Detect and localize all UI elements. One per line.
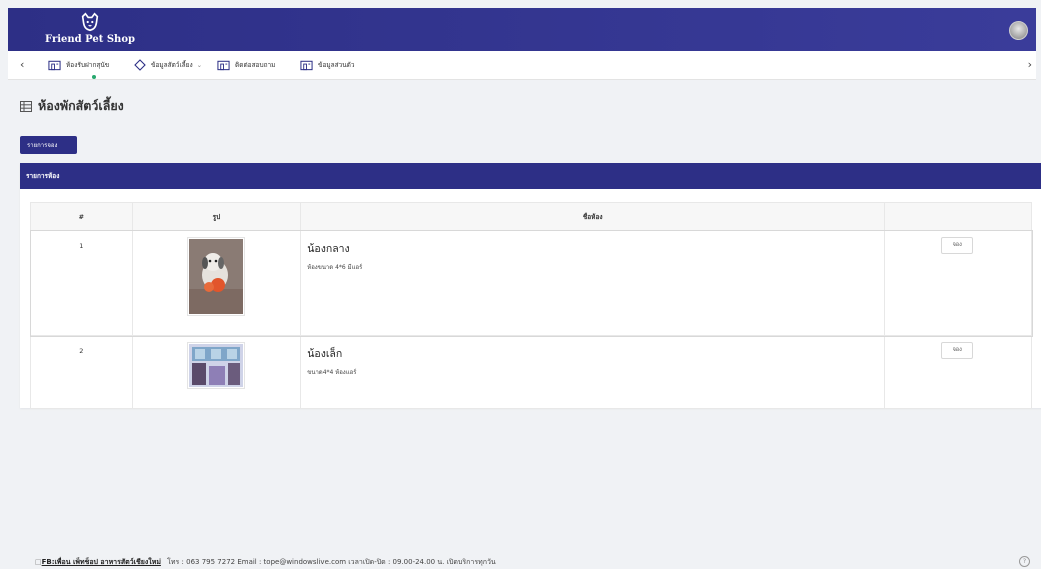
column-header-room-name: ชื่อห้อง (300, 202, 886, 231)
table-icon (20, 100, 32, 112)
reserve-button[interactable]: จอง (941, 237, 974, 254)
nav-item-label: ข้อมูลส่วนตัว (318, 61, 355, 69)
rooms-card-header: รายการห้อง (20, 163, 1041, 189)
rooms-table: # รูป ชื่อห้อง 1 น้องกลาง ห้องขนาด 4*6 ม… (29, 202, 1033, 409)
room-name-cell: น้องกลาง ห้องขนาด 4*6 มีแอร์ (300, 230, 886, 336)
room-description: ขนาด4*4 ห้องแอร์ (307, 369, 357, 376)
building-icon (48, 60, 61, 71)
top-header: Friend Pet Shop (8, 8, 1036, 51)
rooms-card: รายการห้อง # รูป ชื่อห้อง 1 น้องกลาง ห้อ… (20, 163, 1041, 409)
nav-item-dog-rooms[interactable]: ห้องรับฝากสุนัข (48, 56, 109, 74)
room-image-cell (131, 230, 302, 336)
diamond-icon (134, 59, 146, 71)
column-header-image: รูป (131, 202, 302, 231)
chevron-right-icon[interactable]: › (1028, 58, 1032, 71)
table-header-row: # รูป ชื่อห้อง (30, 202, 1032, 231)
nav-item-contact[interactable]: ติดต่อสอบถาม (217, 56, 275, 74)
room-name: น้องเล็ก (307, 348, 343, 360)
room-action-cell: จอง (884, 335, 1032, 409)
page-title-text: ห้องพักสัตว์เลี้ยง (38, 98, 124, 113)
row-index: 1 (30, 230, 133, 336)
table-row: 1 น้องกลาง ห้องขนาด 4*6 มีแอร์ จอง (29, 229, 1033, 337)
table-row: 2 น้องเล็ก ขนาด4*4 ห้องแอร์ จอง (30, 335, 1032, 409)
room-photo-small-room[interactable] (187, 342, 246, 389)
footer: □FB:เพื่อน เพ็ทช็อป อาหารสัตว์เชียงใหม่ … (35, 557, 496, 568)
nav-item-label: ติดต่อสอบถาม (235, 61, 276, 69)
facebook-icon: □ (35, 558, 42, 566)
room-description: ห้องขนาด 4*6 มีแอร์ (307, 264, 363, 271)
active-indicator (92, 75, 96, 79)
dog-face-icon (81, 12, 99, 32)
main-nav: ‹ ห้องรับฝากสุนัข ข้อมูลสัตว์เลี้ยง ⌄ ติ… (8, 51, 1036, 80)
page-title: ห้องพักสัตว์เลี้ยง (20, 98, 124, 114)
brand-logo[interactable]: Friend Pet Shop (45, 11, 135, 49)
reserve-button[interactable]: จอง (941, 342, 974, 359)
contact-info: โทร : 063 795 7272 Email : tope@windowsl… (167, 558, 496, 566)
column-header-action (884, 202, 1032, 231)
facebook-link[interactable]: FB:เพื่อน เพ็ทช็อป อาหารสัตว์เชียงใหม่ (42, 558, 161, 566)
column-header-index: # (30, 202, 133, 231)
room-action-cell: จอง (884, 230, 1032, 336)
room-image-cell (131, 335, 302, 409)
nav-item-profile[interactable]: ข้อมูลส่วนตัว (300, 56, 355, 74)
booking-list-button[interactable]: รายการจอง (20, 136, 77, 154)
building-icon (217, 60, 230, 71)
nav-item-label: ห้องรับฝากสุนัข (66, 61, 110, 69)
chevron-down-icon: ⌄ (196, 61, 203, 69)
room-name: น้องกลาง (307, 243, 350, 255)
help-circle-icon[interactable]: ? (1019, 556, 1030, 567)
room-photo-dog[interactable] (187, 237, 246, 316)
user-avatar-icon[interactable] (1009, 21, 1028, 40)
nav-item-pet-info[interactable]: ข้อมูลสัตว์เลี้ยง ⌄ (134, 56, 202, 74)
brand-name: Friend Pet Shop (45, 34, 135, 45)
row-index: 2 (30, 335, 133, 409)
room-name-cell: น้องเล็ก ขนาด4*4 ห้องแอร์ (300, 335, 886, 409)
nav-item-label: ข้อมูลสัตว์เลี้ยง (151, 61, 193, 69)
building-icon (300, 60, 313, 71)
chevron-left-icon[interactable]: ‹ (20, 58, 24, 71)
